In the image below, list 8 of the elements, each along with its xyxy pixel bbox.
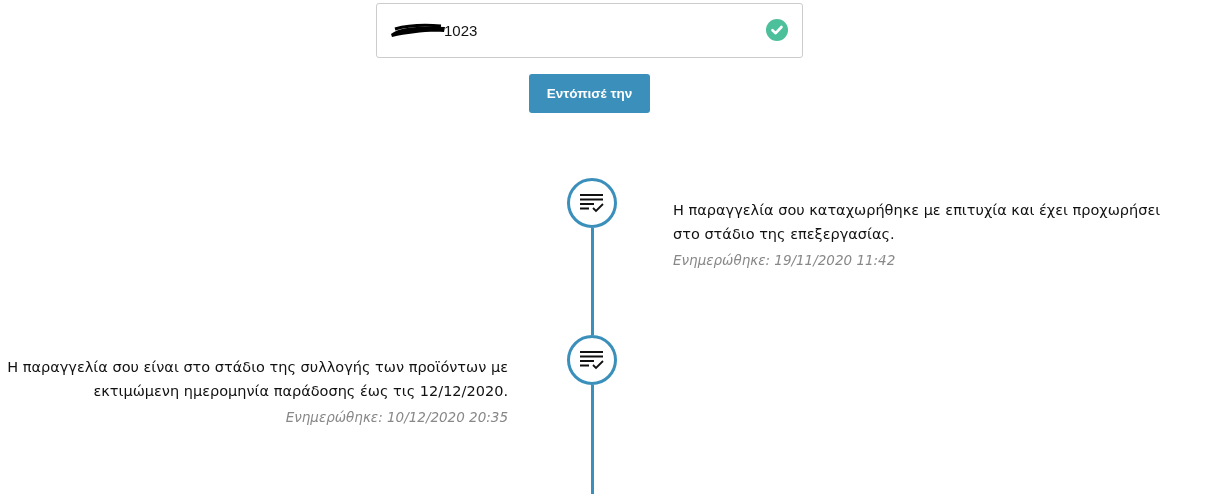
status-message: Η παραγγελία σου καταχωρήθηκε με επιτυχία και έχει προχωρήσει στο στάδιο της επεξεργασίας. (673, 201, 1162, 244)
status-message: Η παραγγελία σου είναι στο στάδιο της συλλογής των προϊόντων με εκτιμώμενη ημερομηνία παράδοσης έως τις 12/12/2020. (6, 358, 508, 401)
checklist-icon (579, 192, 605, 214)
locate-button[interactable]: Εντόπισέ την (529, 74, 650, 113)
updated-timestamp: Ενημερώθηκε: 10/12/2020 20:35 (285, 409, 508, 425)
checklist-icon (579, 349, 605, 371)
updated-timestamp: Ενημερώθηκε: 19/11/2020 11:42 (673, 252, 897, 268)
order-number-field[interactable]: 1023 (376, 3, 803, 58)
